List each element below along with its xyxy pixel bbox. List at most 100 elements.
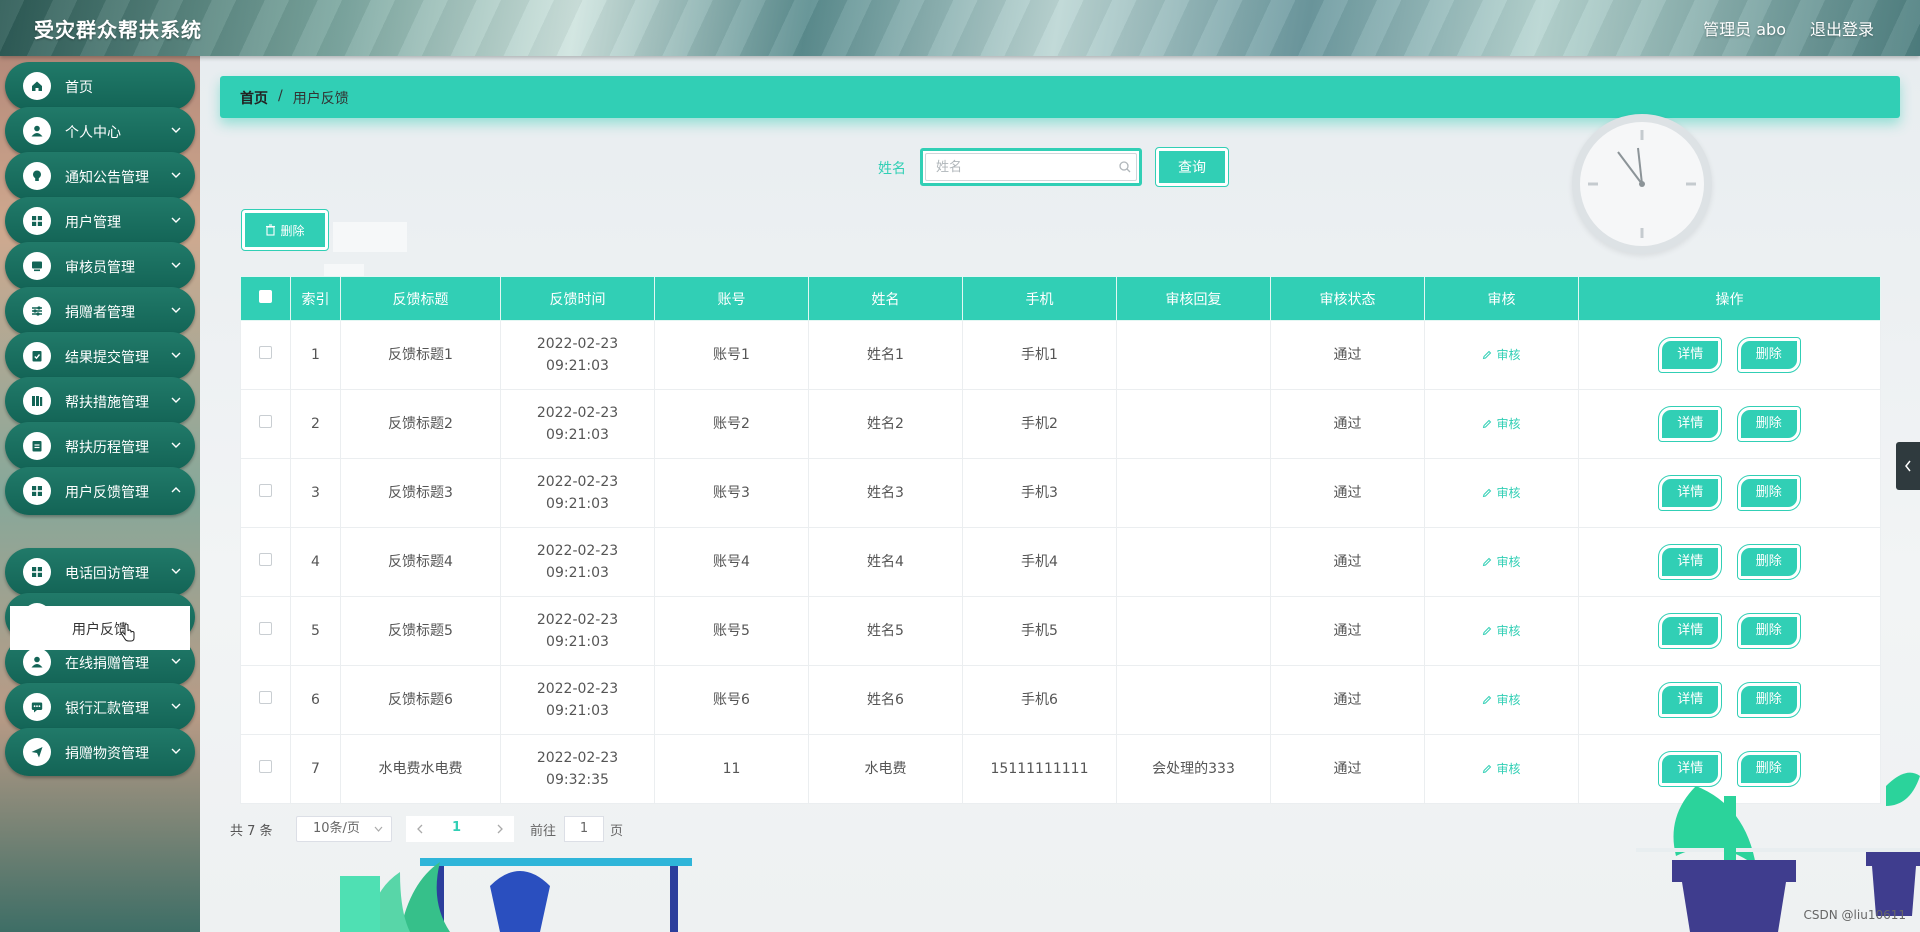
cell-time: 2022-02-23 09:21:03: [500, 389, 655, 459]
audit-link[interactable]: 审核: [1482, 758, 1521, 780]
cell-status: 通过: [1270, 527, 1425, 597]
cell-reply: [1116, 389, 1271, 459]
column-header: 反馈时间: [500, 276, 655, 321]
side-collapse-tab[interactable]: [1896, 442, 1920, 490]
row-delete-button[interactable]: 删除: [1736, 337, 1801, 373]
row-checkbox[interactable]: [259, 346, 272, 359]
chevron-down-icon: [171, 442, 181, 448]
row-select-cell: [240, 665, 291, 735]
sidebar-item-label: 帮扶措施管理: [65, 395, 149, 411]
edit-icon: [1483, 557, 1492, 566]
plant-illustration: [1636, 772, 1920, 932]
goto-page-input[interactable]: 1: [564, 816, 605, 842]
sidebar-item[interactable]: 电话回访管理: [5, 548, 195, 596]
cell-phone: 手机6: [962, 665, 1117, 735]
cell-account: 11: [654, 734, 809, 804]
sidebar-item[interactable]: 捐赠者管理: [5, 287, 195, 335]
row-checkbox[interactable]: [259, 760, 272, 773]
clock-illustration: [1572, 114, 1712, 254]
grid-icon: [32, 216, 42, 226]
sidebar-item-label: 首页: [65, 80, 93, 96]
header-user-area: 管理员 abo 退出登录: [1703, 16, 1874, 40]
grid-icon: [32, 567, 42, 577]
logout-link[interactable]: 退出登录: [1810, 16, 1874, 40]
sidebar-item-label: 帮扶历程管理: [65, 440, 149, 456]
chevron-down-icon: [171, 397, 181, 403]
audit-label: 审核: [1496, 623, 1521, 638]
chevron-down-icon: [171, 217, 181, 223]
row-checkbox[interactable]: [259, 415, 272, 428]
sidebar: 首页 个人中心 通知公告管理 用户管理 审核员管理 捐赠者管理 结果提交管理 帮…: [0, 56, 200, 932]
menu-icon-badge: [23, 117, 51, 145]
detail-button[interactable]: 详情: [1658, 337, 1723, 373]
search-name-input[interactable]: [925, 153, 1137, 181]
row-delete-button[interactable]: 删除: [1736, 544, 1801, 580]
row-delete-button[interactable]: 删除: [1736, 682, 1801, 718]
sidebar-item[interactable]: 通知公告管理: [5, 152, 195, 200]
sidebar-item[interactable]: 用户反馈管理: [5, 467, 195, 515]
audit-link[interactable]: 审核: [1482, 551, 1521, 573]
cell-index: 5: [290, 596, 341, 666]
batch-delete-button[interactable]: 删除: [241, 209, 329, 251]
detail-button[interactable]: 详情: [1658, 406, 1723, 442]
cell-title: 反馈标题6: [340, 665, 501, 735]
sidebar-item[interactable]: 帮扶措施管理: [5, 377, 195, 425]
sidebar-item-label: 结果提交管理: [65, 350, 149, 366]
column-header: 审核: [1424, 276, 1579, 321]
current-page[interactable]: 1: [452, 820, 461, 835]
top-header: 受灾群众帮扶系统 管理员 abo 退出登录: [0, 0, 1920, 56]
submenu-item-user-feedback[interactable]: 用户反馈: [10, 606, 190, 650]
row-delete-button[interactable]: 删除: [1736, 613, 1801, 649]
breadcrumb-bar: 首页 / 用户反馈: [220, 76, 1900, 118]
sidebar-item[interactable]: 帮扶历程管理: [5, 422, 195, 470]
cell-status: 通过: [1270, 596, 1425, 666]
sidebar-item[interactable]: 用户管理: [5, 197, 195, 245]
breadcrumb-home[interactable]: 首页: [240, 88, 268, 108]
select-all-checkbox[interactable]: [259, 290, 272, 303]
audit-link[interactable]: 审核: [1482, 620, 1521, 642]
chevron-down-icon: [171, 658, 181, 664]
detail-button[interactable]: 详情: [1658, 475, 1723, 511]
query-button[interactable]: 查询: [1155, 147, 1229, 187]
sidebar-item[interactable]: 审核员管理: [5, 242, 195, 290]
row-checkbox[interactable]: [259, 622, 272, 635]
row-checkbox[interactable]: [259, 484, 272, 497]
detail-button[interactable]: 详情: [1658, 613, 1723, 649]
sidebar-item-label: 在线捐赠管理: [65, 656, 149, 672]
sidebar-item[interactable]: 首页: [5, 62, 195, 110]
page-size-select[interactable]: 10条/页: [296, 816, 392, 842]
sidebar-item[interactable]: 结果提交管理: [5, 332, 195, 380]
row-delete-button[interactable]: 删除: [1736, 475, 1801, 511]
sidebar-item[interactable]: 银行汇款管理: [5, 683, 195, 731]
sidebar-item-label: 用户管理: [65, 215, 121, 231]
watermark: CSDN @liu10611: [1803, 908, 1906, 922]
cell-time: 2022-02-23 09:21:03: [500, 320, 655, 390]
sidebar-item-label: 银行汇款管理: [65, 701, 149, 717]
prev-page-icon[interactable]: [416, 824, 423, 834]
menu-icon-badge: [23, 387, 51, 415]
select-all-header[interactable]: [240, 276, 291, 321]
sidebar-item[interactable]: 捐赠物资管理: [5, 728, 195, 776]
menu-icon-badge: [23, 738, 51, 766]
cell-title: 反馈标题5: [340, 596, 501, 666]
row-select-cell: [240, 527, 291, 597]
row-checkbox[interactable]: [259, 553, 272, 566]
detail-button[interactable]: 详情: [1658, 682, 1723, 718]
row-delete-button[interactable]: 删除: [1736, 406, 1801, 442]
table-row: 7 水电费水电费 2022-02-23 09:32:35 11 水电费 151111111…: [240, 734, 1881, 804]
audit-link[interactable]: 审核: [1482, 482, 1521, 504]
cell-index: 6: [290, 665, 341, 735]
audit-link[interactable]: 审核: [1482, 344, 1521, 366]
audit-link[interactable]: 审核: [1482, 689, 1521, 711]
next-page-icon[interactable]: [497, 824, 504, 834]
detail-button[interactable]: 详情: [1658, 544, 1723, 580]
sidebar-item[interactable]: 个人中心: [5, 107, 195, 155]
row-select-cell: [240, 458, 291, 528]
cell-title: 反馈标题4: [340, 527, 501, 597]
ghost-block: [333, 222, 407, 252]
audit-link[interactable]: 审核: [1482, 413, 1521, 435]
main-content: 首页 / 用户反馈 姓名 查询: [200, 56, 1920, 932]
audit-cell: 审核: [1424, 458, 1579, 528]
row-checkbox[interactable]: [259, 691, 272, 704]
audit-label: 审核: [1496, 347, 1521, 362]
